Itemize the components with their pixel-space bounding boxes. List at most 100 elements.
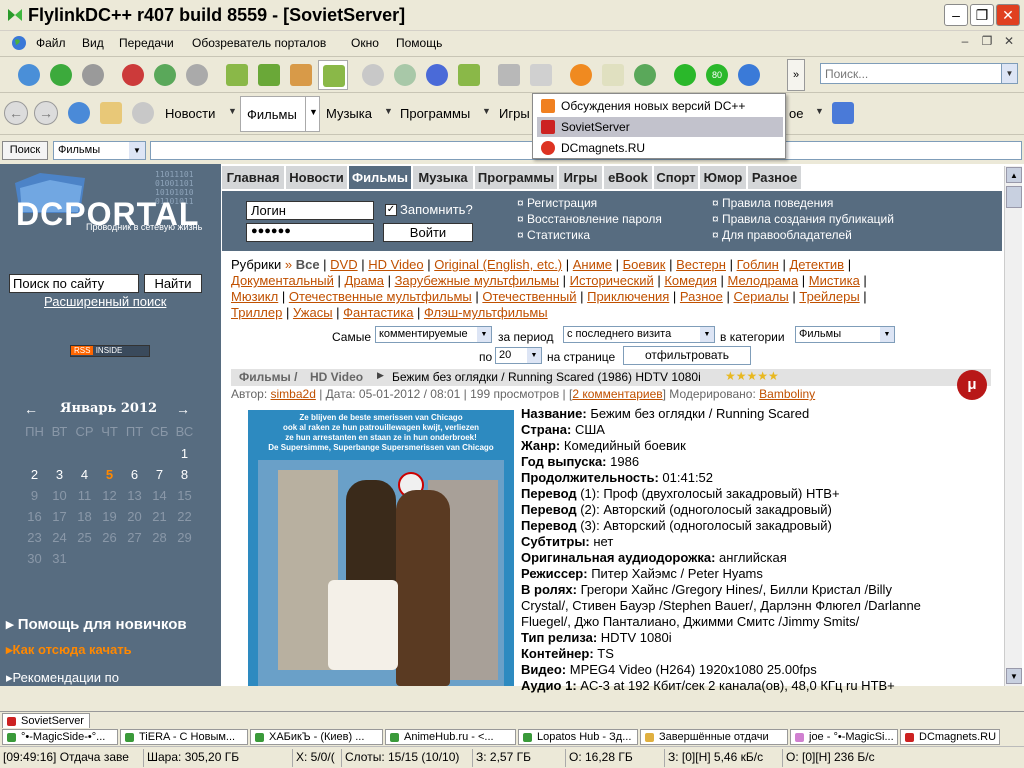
tab-sport[interactable]: Спорт: [654, 166, 699, 189]
tab-news[interactable]: Новости: [286, 166, 348, 189]
minimize-button[interactable]: –: [944, 4, 968, 26]
rubric-link[interactable]: Боевик: [623, 257, 666, 272]
reconnect-icon[interactable]: [50, 64, 72, 86]
refresh-icon[interactable]: [68, 102, 90, 124]
speed-limit-icon[interactable]: 80: [706, 64, 728, 86]
site-search-button[interactable]: Найти: [144, 274, 202, 293]
menu-transfers[interactable]: Передачи: [119, 36, 174, 50]
filter-category-select[interactable]: Фильмы ▼: [795, 326, 895, 343]
world-icon[interactable]: [738, 64, 760, 86]
recent-hubs-icon[interactable]: [186, 64, 208, 86]
chevron-down-icon[interactable]: ▼: [815, 106, 824, 116]
rubric-link[interactable]: HD Video: [368, 257, 423, 272]
rubric-link[interactable]: Трейлеры: [799, 289, 859, 304]
filter-per-select[interactable]: 20 ▼: [495, 347, 542, 364]
search-spy-icon[interactable]: [426, 64, 448, 86]
magnifier-icon[interactable]: [132, 102, 154, 124]
settings-icon[interactable]: [602, 64, 624, 86]
finished-uploads-toggle[interactable]: [318, 60, 348, 90]
chevron-down-icon[interactable]: ▼: [880, 327, 894, 342]
rubric-link[interactable]: Отечественные мультфильмы: [289, 289, 472, 304]
rubric-link[interactable]: Аниме: [573, 257, 612, 272]
advanced-search-link[interactable]: Расширенный поиск: [44, 294, 166, 309]
chevron-down-icon[interactable]: ▼: [309, 107, 318, 117]
nav-programs[interactable]: Программы: [400, 106, 470, 121]
hub-tab[interactable]: joe - °•-MagicSi...: [790, 729, 898, 745]
hub-tab[interactable]: AnimeHub.ru - <...: [385, 729, 516, 745]
tab-ebook[interactable]: eBook: [604, 166, 653, 189]
crumb-hd-video[interactable]: HD Video: [310, 370, 363, 384]
file-lists-icon[interactable]: [458, 64, 480, 86]
rubric-link[interactable]: Разное: [680, 289, 723, 304]
site-search-input[interactable]: Поиск по сайту: [9, 274, 139, 293]
calendar-prev-button[interactable]: ←: [24, 401, 38, 417]
close-button[interactable]: ✕: [996, 4, 1020, 26]
rubric-link[interactable]: Драма: [345, 273, 384, 288]
tab-main[interactable]: Главная: [222, 166, 285, 189]
nav-films-button[interactable]: Фильмы ▼: [240, 96, 320, 132]
rubric-link[interactable]: Вестерн: [676, 257, 726, 272]
rubric-link[interactable]: Мюзикл: [231, 289, 278, 304]
hub-tab[interactable]: °•-MagicSide-•°...: [2, 729, 118, 745]
hub-tab[interactable]: TiERA - С Новым...: [120, 729, 248, 745]
nav-news[interactable]: Новости: [165, 106, 215, 121]
tab-games[interactable]: Игры: [559, 166, 603, 189]
author-link[interactable]: simba2d: [271, 387, 316, 401]
rubric-link[interactable]: Комедия: [664, 273, 717, 288]
login-button[interactable]: Войти: [383, 223, 473, 242]
finished-downloads-icon[interactable]: [258, 64, 280, 86]
power-icon[interactable]: [674, 64, 696, 86]
toolbar-overflow-button[interactable]: »: [787, 59, 805, 91]
adl-search-icon[interactable]: [394, 64, 416, 86]
notepad-icon[interactable]: [498, 64, 520, 86]
rubric-link[interactable]: DVD: [330, 257, 357, 272]
tab-music[interactable]: Музыка: [413, 166, 474, 189]
rating-stars[interactable]: ★★★★★: [725, 369, 779, 383]
comments-link[interactable]: 2 комментариев: [572, 387, 662, 401]
connect-icon[interactable]: [18, 64, 40, 86]
category-select[interactable]: Фильмы ▼: [53, 141, 146, 160]
moderator-link[interactable]: Bambolinу: [759, 387, 815, 401]
recommendations-link[interactable]: ▸Рекомендации по: [6, 670, 119, 686]
rubric-link[interactable]: Мистика: [809, 273, 860, 288]
chevron-down-icon[interactable]: ▼: [228, 106, 237, 116]
filter-period-select[interactable]: с последнего визита ▼: [563, 326, 715, 343]
scroll-up-icon[interactable]: ▲: [1006, 167, 1022, 183]
menu-portal-browser[interactable]: Обозреватель порталов: [192, 36, 326, 50]
search-icon[interactable]: [362, 64, 384, 86]
rubric-link[interactable]: Детектив: [789, 257, 844, 272]
menu-view[interactable]: Вид: [82, 36, 104, 50]
hub-tab[interactable]: ХАБикЪ - (Киев) ...: [250, 729, 383, 745]
filter-button[interactable]: отфильтровать: [623, 346, 751, 365]
rubric-link[interactable]: Ужасы: [293, 305, 333, 320]
menu-help[interactable]: Помощь: [396, 36, 442, 50]
chevron-down-icon[interactable]: ▼: [527, 348, 541, 363]
link-statistics[interactable]: ¤ Статистика: [517, 228, 590, 242]
remember-checkbox[interactable]: ✓: [385, 204, 397, 216]
hub-tab[interactable]: Lopatos Hub - Зд...: [518, 729, 638, 745]
upload-queue-icon[interactable]: [290, 64, 312, 86]
link-publication-rules[interactable]: ¤ Правила создания публикаций: [712, 212, 894, 226]
rubric-link[interactable]: Приключения: [587, 289, 669, 304]
movie-poster[interactable]: Ze blijven de beste smerissen van Chicag…: [248, 410, 514, 686]
rubric-link[interactable]: Триллер: [231, 305, 282, 320]
search-button[interactable]: Поиск: [2, 141, 48, 160]
mdi-minimize-button[interactable]: –: [956, 34, 974, 52]
calendar-day[interactable]: 5: [97, 467, 122, 482]
scroll-down-icon[interactable]: ▼: [1006, 668, 1022, 684]
follow-redirect-icon[interactable]: [82, 64, 104, 86]
scroll-thumb[interactable]: [1006, 186, 1022, 208]
favorite-hubs-icon[interactable]: [122, 64, 144, 86]
network-stats-icon[interactable]: [530, 64, 552, 86]
hub-tab[interactable]: Завершённые отдачи: [640, 729, 788, 745]
tab-misc[interactable]: Разное: [748, 166, 802, 189]
tab-humor[interactable]: Юмор: [700, 166, 747, 189]
rss-badge[interactable]: RSS INSIDE: [70, 345, 150, 357]
menu-file[interactable]: Файл: [36, 36, 66, 50]
nav-music[interactable]: Музыка: [326, 106, 372, 121]
forward-icon[interactable]: →: [34, 101, 58, 125]
user-icon[interactable]: [634, 64, 656, 86]
chevron-down-icon[interactable]: ▼: [384, 106, 393, 116]
tab-programs[interactable]: Программы: [475, 166, 558, 189]
rubric-link[interactable]: Отечественный: [482, 289, 576, 304]
